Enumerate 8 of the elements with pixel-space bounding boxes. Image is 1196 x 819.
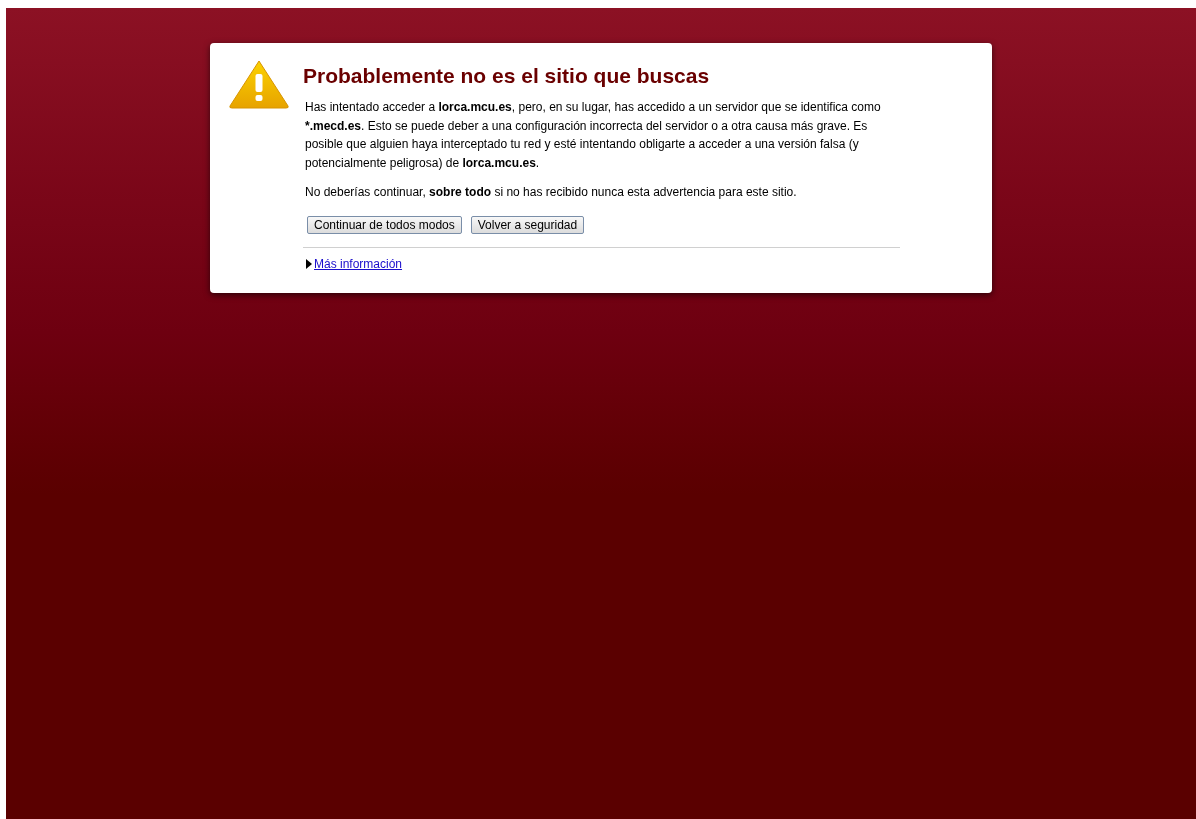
triangle-icon [306, 258, 312, 269]
warning-icon [228, 59, 290, 109]
action-button[interactable]: Continuar de todos modos [307, 215, 462, 234]
action-button[interactable]: Volver a seguridad [470, 215, 585, 234]
warning-text: Has intentado acceder a lorca.mcu.es, pero, en su lugar, has accedido a un servidor que se identifica como *.mecd.es. Esto se puede deber a una configuración incorrecta del servidor o a otra causa más grave. Es posible que alguien haya interceptado tu red y esté intentando obligarte a acceder a una versión falsa (y potencialmente peligrosa) de lorca.mcu.es. [304, 99, 882, 172]
warning-text: No deberías continuar, sobre todo si no has recibido nunca esta advertencia para este sitio. [304, 184, 798, 201]
warning-title: Probablemente no es el sitio que buscas [303, 64, 711, 88]
more-info-link[interactable]: Más información [303, 254, 403, 273]
